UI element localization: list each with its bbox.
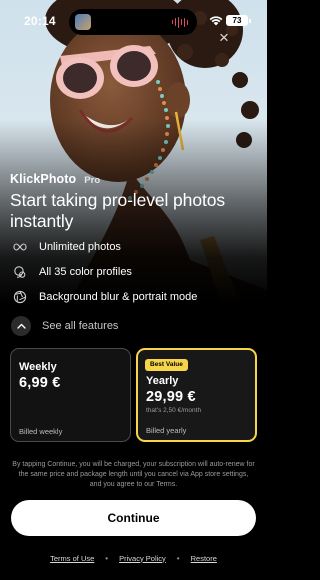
color-profile-icon [12, 264, 28, 280]
plan-monthly-equivalent: that's 2,50 €/month [146, 407, 202, 414]
now-playing-thumbnail [75, 14, 91, 30]
legal-disclaimer: By tapping Continue, you will be charged… [12, 461, 255, 488]
see-all-features-button[interactable]: See all features [11, 316, 118, 336]
footer-separator: • [105, 553, 109, 563]
privacy-policy-link[interactable]: Privacy Policy [119, 554, 166, 563]
brand-tier: Pro [84, 175, 101, 186]
feature-color-profiles: All 35 color profiles [12, 263, 132, 281]
infinity-icon [12, 239, 28, 255]
feature-label: Unlimited photos [39, 241, 121, 253]
page-title: Start taking pro-level photos instantly [10, 190, 225, 231]
dynamic-island[interactable] [69, 9, 197, 35]
see-all-label: See all features [42, 320, 119, 332]
restore-purchases-link[interactable]: Restore [191, 554, 217, 563]
close-icon[interactable]: × [214, 28, 234, 48]
plan-name: Yearly [146, 375, 179, 387]
audio-waveform-icon [172, 16, 189, 28]
terms-of-use-link[interactable]: Terms of Use [50, 554, 94, 563]
aperture-icon [12, 289, 28, 305]
plan-card-yearly[interactable]: Best Value Yearly 29,99 € that's 2,50 €/… [136, 348, 257, 442]
plan-price: 6,99 € [19, 375, 61, 391]
plan-billing: Billed yearly [146, 426, 187, 435]
wifi-icon [209, 16, 223, 26]
feature-unlimited-photos: Unlimited photos [12, 238, 121, 256]
feature-background-blur: Background blur & portrait mode [12, 288, 197, 306]
feature-label: Background blur & portrait mode [39, 291, 198, 303]
plan-price: 29,99 € [146, 389, 196, 405]
battery-icon: 73 [226, 15, 251, 26]
chevron-up-icon [11, 316, 31, 336]
feature-label: All 35 color profiles [39, 266, 132, 278]
plan-name: Weekly [19, 361, 57, 373]
plan-billing: Billed weekly [19, 427, 63, 436]
footer-links: Terms of Use • Privacy Policy • Restore [0, 552, 267, 564]
status-time: 20:14 [24, 14, 56, 28]
best-value-badge: Best Value [145, 359, 188, 371]
battery-level: 73 [232, 16, 242, 25]
paywall-screen: 20:14 73 × KlickPhoto Pro Start taking p… [0, 0, 267, 580]
continue-button[interactable]: Continue [11, 500, 256, 536]
footer-separator: • [176, 553, 180, 563]
plan-card-weekly[interactable]: Weekly 6,99 € Billed weekly [10, 348, 131, 442]
brand-lockup: KlickPhoto Pro [10, 172, 100, 186]
brand-name: KlickPhoto [10, 172, 77, 186]
